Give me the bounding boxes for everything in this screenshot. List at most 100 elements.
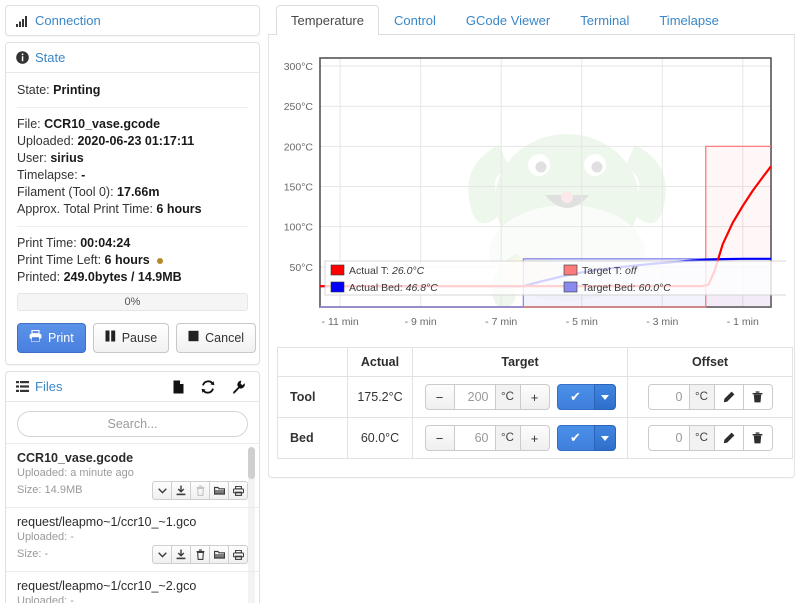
pencil-icon[interactable]: [713, 425, 744, 451]
search-input[interactable]: [17, 411, 248, 437]
tool-offset-controls: 0 °C: [634, 384, 786, 410]
file-item-size-label: Size:: [17, 484, 42, 496]
tab-gcode-viewer[interactable]: GCode Viewer: [451, 5, 565, 35]
chevron-down-icon[interactable]: [152, 545, 172, 564]
list-item[interactable]: CCR10_vase.gcode Uploaded: a minute ago …: [6, 443, 259, 507]
trash-icon[interactable]: [742, 425, 773, 451]
tool-target-minus-button[interactable]: −: [424, 384, 455, 410]
print-icon[interactable]: [228, 545, 248, 564]
state-status-value: Printing: [53, 83, 101, 97]
timelapse-value: -: [81, 168, 86, 182]
pause-icon: [105, 330, 116, 346]
bed-target-input[interactable]: 60: [453, 425, 496, 451]
file-item-uploaded: Uploaded: a minute ago: [17, 466, 248, 481]
folder-icon[interactable]: [209, 481, 229, 500]
file-item-size-label: Size:: [17, 548, 42, 560]
list-item[interactable]: request/leapmo~1/ccr10_~2.gco Uploaded: …: [6, 571, 259, 603]
svg-text:250°C: 250°C: [284, 101, 314, 113]
trash-icon[interactable]: [742, 384, 773, 410]
signal-icon: [16, 15, 29, 27]
print-progress-bar: 0%: [17, 293, 248, 311]
tool-target-apply-button[interactable]: ✔: [556, 384, 595, 410]
state-header[interactable]: State: [6, 43, 259, 73]
pause-button[interactable]: Pause: [92, 323, 170, 353]
tool-target-plus-button[interactable]: +: [519, 384, 550, 410]
svg-text:100°C: 100°C: [284, 222, 314, 234]
tool-target-input[interactable]: 200: [453, 384, 496, 410]
folder-icon[interactable]: [209, 545, 229, 564]
bed-offset-cell: 0 °C: [627, 417, 793, 459]
file-item-uploaded-value: a minute ago: [70, 467, 134, 479]
file-item-name: request/leapmo~1/ccr10_~2.gco: [17, 579, 197, 593]
row-label-tool: Tool: [277, 376, 348, 418]
svg-text:- 7 min: - 7 min: [485, 316, 517, 328]
tool-offset-input[interactable]: 0: [647, 384, 690, 410]
bed-target-controls: − 60 °C + ✔: [419, 425, 621, 451]
tab-temperature[interactable]: Temperature: [276, 5, 379, 35]
connection-header[interactable]: Connection: [6, 6, 259, 35]
stop-icon: [188, 330, 199, 346]
wrench-icon[interactable]: [232, 380, 246, 394]
svg-text:- 1 min: - 1 min: [727, 316, 759, 328]
tab-terminal[interactable]: Terminal: [565, 5, 644, 35]
filament-value: 17.66m: [117, 185, 160, 199]
temperature-chart-svg: 50°C 100°C 150°C 200°C 250°C 300°C - 11 min - 9…: [284, 57, 786, 328]
trash-icon[interactable]: [190, 545, 210, 564]
pencil-icon[interactable]: [713, 384, 744, 410]
user-label: User:: [17, 151, 47, 165]
user-value: sirius: [50, 151, 84, 165]
state-timelapse-line: Timelapse: -: [17, 167, 248, 184]
tool-target-preset-dropdown[interactable]: [593, 384, 616, 410]
bed-target-apply-button[interactable]: ✔: [556, 425, 595, 451]
bed-target-cell: − 60 °C + ✔: [412, 417, 628, 459]
temperature-chart[interactable]: 50°C 100°C 150°C 200°C 250°C 300°C - 11 min - 9…: [277, 45, 786, 335]
state-printed-line: Printed: 249.0bytes / 14.9MB: [17, 269, 248, 286]
list-item[interactable]: request/leapmo~1/ccr10_~1.gco Uploaded: …: [6, 507, 259, 571]
bed-target-minus-button[interactable]: −: [424, 425, 455, 451]
svg-text:- 5 min: - 5 min: [566, 316, 598, 328]
bed-offset-input[interactable]: 0: [647, 425, 690, 451]
uploaded-label: Uploaded:: [17, 134, 74, 148]
list-icon: [16, 381, 29, 392]
refresh-icon[interactable]: [201, 379, 215, 394]
trash-icon[interactable]: [190, 481, 210, 500]
state-panel: State State: Printing File: CCR10_vase.g…: [5, 42, 260, 365]
download-icon[interactable]: [171, 481, 191, 500]
col-target: Target: [412, 347, 628, 377]
tool-target-unit: °C: [494, 384, 521, 410]
info-icon: [16, 51, 29, 64]
tab-bar: Temperature Control GCode Viewer Termina…: [268, 5, 795, 35]
timeleft-value: 6 hours: [104, 253, 150, 267]
tab-timelapse[interactable]: Timelapse: [644, 5, 733, 35]
file-item-actions: [152, 481, 248, 500]
bed-target-plus-button[interactable]: +: [519, 425, 550, 451]
state-file-line: File: CCR10_vase.gcode: [17, 116, 248, 133]
print-button-label: Print: [48, 330, 74, 345]
tool-target-cell: − 200 °C + ✔: [412, 376, 628, 418]
file-icon[interactable]: [173, 380, 184, 394]
download-icon[interactable]: [171, 545, 191, 564]
pause-button-label: Pause: [121, 330, 158, 345]
file-item-size-value: -: [44, 548, 49, 560]
print-button[interactable]: Print: [17, 323, 86, 353]
cancel-button[interactable]: Cancel: [176, 323, 257, 353]
file-item-uploaded-label: Uploaded:: [17, 595, 68, 603]
state-uploaded-line: Uploaded: 2020-06-23 01:17:11: [17, 133, 248, 150]
connection-title: Connection: [35, 13, 101, 28]
timelapse-label: Timelapse:: [17, 168, 78, 182]
tool-target-apply-group: ✔: [556, 384, 616, 410]
octoprint-app: Connection State State: Printing File: C…: [0, 0, 800, 603]
col-blank: [277, 347, 348, 377]
table-header-row: Actual Target Offset: [277, 347, 793, 377]
tab-control[interactable]: Control: [379, 5, 451, 35]
print-progress-text: 0%: [124, 296, 141, 308]
state-timeleft-line: Print Time Left: 6 hours: [17, 252, 248, 269]
file-item-uploaded-value: -: [70, 531, 74, 543]
chevron-down-icon[interactable]: [152, 481, 172, 500]
print-icon[interactable]: [228, 481, 248, 500]
file-item-uploaded-value: -: [70, 595, 74, 603]
files-header: Files: [6, 372, 259, 402]
bed-target-preset-dropdown[interactable]: [593, 425, 616, 451]
state-status-line: State: Printing: [17, 82, 248, 99]
chart-legend: Actual T: 26.0°C Target T: off Actual Bed:…: [324, 260, 786, 296]
